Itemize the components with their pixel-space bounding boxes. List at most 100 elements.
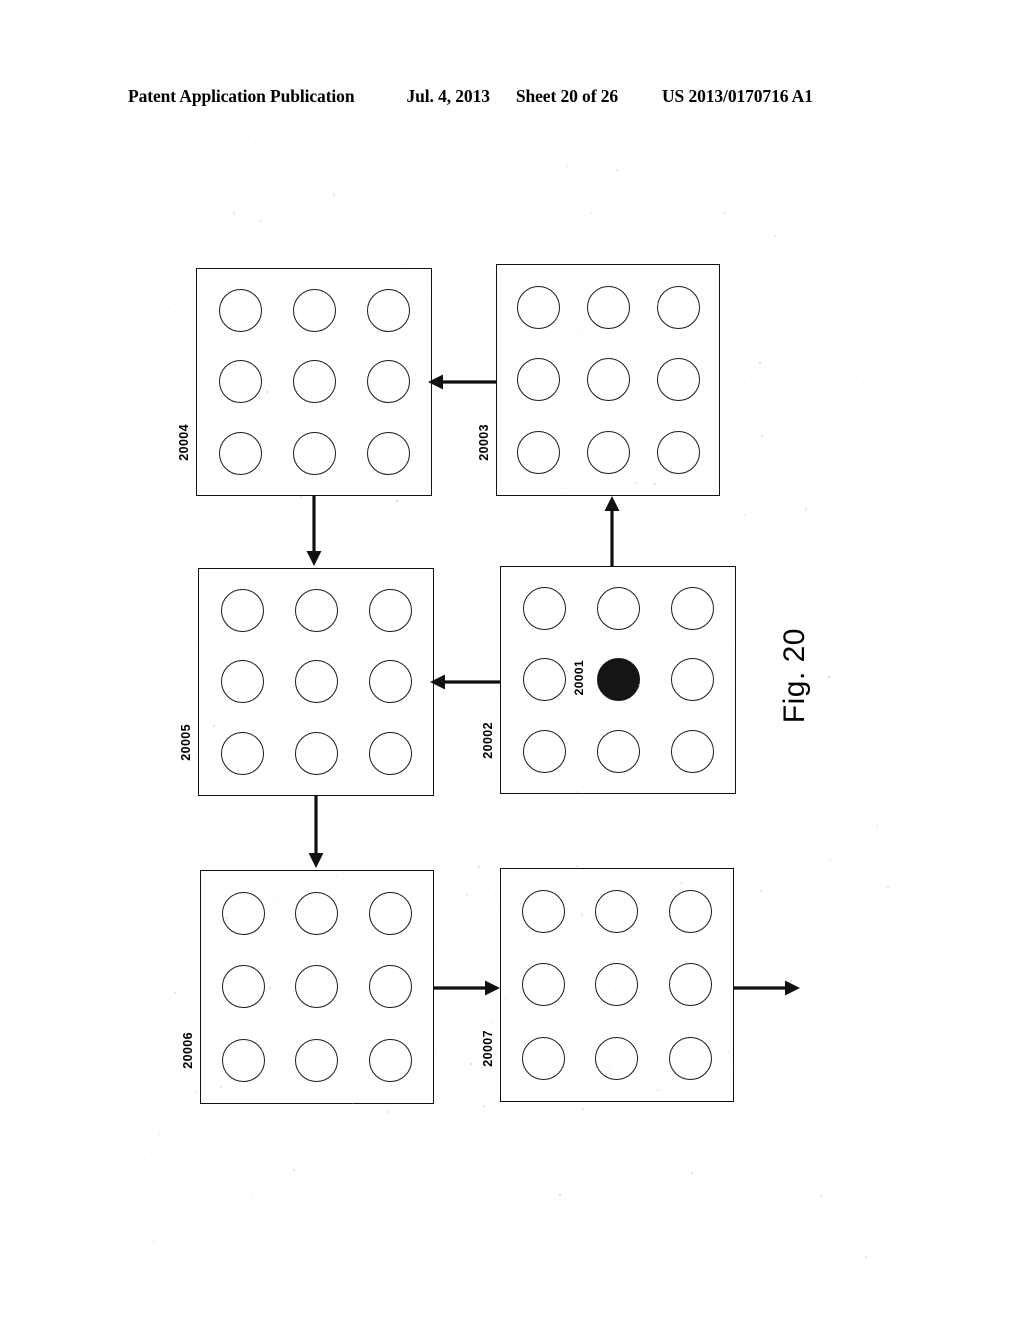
speckle [771, 655, 773, 657]
speckle [724, 212, 727, 215]
grid-cell [207, 877, 280, 950]
grid-cell [354, 877, 427, 950]
speckle [421, 148, 423, 150]
circle [668, 890, 712, 934]
circle [522, 587, 566, 631]
speckle [649, 1153, 651, 1155]
speckle [151, 423, 153, 425]
speckle [711, 173, 713, 175]
speckle [167, 863, 169, 865]
speckle [188, 959, 190, 961]
speckle [140, 240, 142, 242]
speckle [281, 836, 283, 838]
grid-cell [507, 875, 580, 948]
speckle [817, 1115, 819, 1117]
circle [586, 358, 630, 402]
circle [295, 965, 339, 1009]
speckle [463, 200, 465, 202]
speckle [738, 427, 740, 429]
speckle [586, 1150, 588, 1152]
circle [295, 892, 339, 936]
speckle [453, 404, 455, 406]
speckle [162, 823, 164, 825]
speckle [549, 217, 551, 219]
speckle [802, 897, 804, 899]
speckle [774, 235, 777, 238]
speckle [181, 310, 183, 312]
circle [586, 285, 630, 329]
speckle [738, 653, 740, 655]
speckle [425, 254, 427, 256]
arrow-20004-to-20005 [306, 496, 322, 566]
speckle [300, 496, 303, 499]
circle [368, 892, 412, 936]
speckle [287, 862, 289, 864]
speckle [487, 585, 489, 587]
grid-cell [353, 646, 427, 717]
speckle [460, 1058, 462, 1060]
speckle [432, 341, 434, 343]
grid-cell [503, 271, 573, 344]
grid-cell [654, 875, 727, 948]
speckle [790, 980, 793, 983]
grid-cell [654, 1022, 727, 1095]
grid-cell [573, 344, 643, 417]
circle [292, 431, 336, 475]
grid-cell [503, 416, 573, 489]
speckle [168, 1242, 170, 1244]
speckle [726, 509, 728, 511]
grid-cell [507, 1022, 580, 1095]
circle-grid [501, 567, 735, 793]
speckle [419, 221, 421, 223]
speckle [255, 143, 257, 145]
speckle [829, 1131, 831, 1133]
speckle [778, 436, 780, 438]
speckle [759, 362, 762, 365]
circle [516, 285, 560, 329]
speckle [400, 264, 402, 266]
speckle [179, 853, 181, 855]
speckle [729, 268, 731, 270]
speckle [776, 884, 778, 886]
speckle [455, 370, 457, 372]
speckle [233, 212, 236, 215]
panel-ref-label-20007: 20007 [481, 1030, 495, 1067]
speckle [195, 1091, 198, 1094]
speckle [291, 216, 293, 218]
grid-cell [354, 950, 427, 1023]
grid-cell [580, 875, 653, 948]
circle [368, 660, 412, 704]
circle [218, 431, 262, 475]
grid-cell [203, 418, 277, 489]
speckle [465, 1243, 467, 1245]
grid-cell [277, 418, 351, 489]
speckle [719, 1195, 721, 1197]
speckle [131, 292, 133, 294]
speckle [183, 1241, 185, 1243]
speckle [660, 497, 662, 499]
grid-cell [580, 1022, 653, 1095]
speckle [269, 1177, 271, 1179]
speckle [576, 865, 579, 868]
arrow-20002-to-20005 [430, 674, 500, 690]
grid-cell [507, 716, 581, 787]
circle [595, 1036, 639, 1080]
speckle [761, 435, 764, 438]
grid-cell [655, 644, 729, 715]
circle [670, 587, 714, 631]
speckle [822, 1158, 824, 1160]
grid-cell [353, 575, 427, 646]
grid-cell [280, 877, 353, 950]
speckle [601, 524, 603, 526]
circle [522, 890, 566, 934]
speckle [174, 992, 177, 995]
speckle [168, 307, 170, 309]
speckle [159, 652, 161, 654]
speckle [151, 1152, 153, 1154]
speckle [195, 548, 197, 550]
grid-cell [573, 271, 643, 344]
speckle [751, 1210, 754, 1213]
speckle [574, 190, 576, 192]
speckle [479, 420, 481, 422]
grid-cell [581, 573, 655, 644]
